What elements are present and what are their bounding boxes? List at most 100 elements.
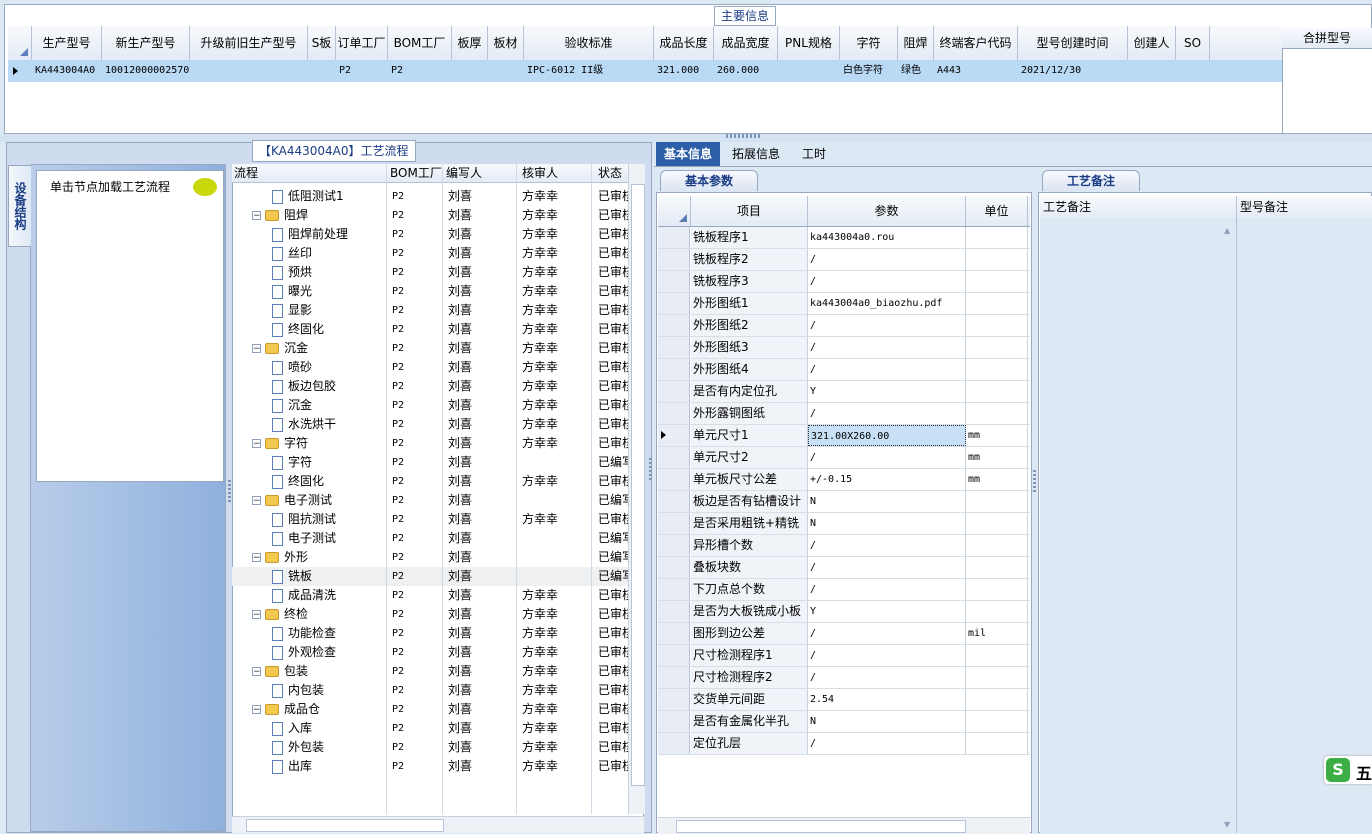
param-unit[interactable] (966, 227, 1028, 248)
top-cell[interactable]: P2 (388, 60, 452, 82)
top-col-header[interactable]: BOM工厂 (388, 26, 452, 60)
structure-box[interactable] (36, 170, 224, 482)
param-row[interactable]: 异形槽个数 / (658, 535, 1030, 557)
param-value[interactable]: / (808, 579, 966, 600)
param-row[interactable]: 是否有内定位孔 Y (658, 381, 1030, 403)
tree-leaf-row[interactable]: 喷砂 P2 刘喜 方幸幸 已审核 (232, 358, 630, 377)
tree-horizontal-scrollbar[interactable] (232, 816, 644, 833)
tree-group-row[interactable]: − 电子测试 P2 刘喜 已编写 (232, 491, 630, 510)
collapse-icon[interactable]: − (252, 439, 261, 449)
param-value[interactable]: / (808, 359, 966, 380)
param-value[interactable]: / (808, 535, 966, 556)
tree-col-header[interactable]: 编写人 (446, 164, 518, 182)
param-row[interactable]: 外形图纸3/ (658, 337, 1030, 359)
top-col-header[interactable]: 板厚 (452, 26, 488, 60)
top-col-header[interactable]: 板材 (488, 26, 524, 60)
top-col-header[interactable]: 型号创建时间 (1018, 26, 1128, 60)
top-col-header[interactable]: 验收标准 (524, 26, 654, 60)
params-horizontal-scrollbar[interactable] (658, 817, 1030, 834)
tree-leaf-row[interactable]: 出库 P2 刘喜 方幸幸 已审核 (232, 757, 630, 776)
top-col-header[interactable]: 升级前旧生产型号 (190, 26, 308, 60)
param-unit[interactable] (966, 337, 1028, 358)
top-col-header[interactable]: 终端客户代码 (934, 26, 1018, 60)
tree-leaf-row[interactable]: 终固化 P2 刘喜 方幸幸 已审核 (232, 472, 630, 491)
top-col-header[interactable]: 阻焊 (898, 26, 934, 60)
param-value[interactable]: +/-0.15 (808, 469, 966, 490)
param-unit[interactable] (966, 293, 1028, 314)
collapse-icon[interactable]: − (252, 496, 261, 506)
param-value[interactable]: / (808, 645, 966, 666)
tree-vertical-scrollbar[interactable] (628, 164, 645, 814)
param-unit[interactable] (966, 557, 1028, 578)
params-col-header[interactable]: 项目 (691, 196, 808, 226)
tree-leaf-row[interactable]: 阻抗测试 P2 刘喜 方幸幸 已审核 (232, 510, 630, 529)
param-row[interactable]: 下刀点总个数 / (658, 579, 1030, 601)
tree-leaf-row[interactable]: 低阻测试1 P2 刘喜 方幸幸 已审核 (232, 187, 630, 206)
top-cell[interactable] (190, 60, 308, 82)
param-value[interactable]: / (808, 667, 966, 688)
param-unit[interactable]: mil (966, 623, 1028, 644)
tree-group-row[interactable]: − 外形 P2 刘喜 已编写 (232, 548, 630, 567)
param-value[interactable]: / (808, 447, 966, 468)
tree-leaf-row[interactable]: 沉金 P2 刘喜 方幸幸 已审核 (232, 396, 630, 415)
tree-col-header[interactable]: 核审人 (522, 164, 594, 182)
param-value[interactable]: / (808, 623, 966, 644)
top-cell[interactable] (488, 60, 524, 82)
top-col-header[interactable]: PNL规格 (778, 26, 840, 60)
top-col-header[interactable]: 生产型号 (32, 26, 102, 60)
collapse-icon[interactable]: − (252, 553, 261, 563)
param-row[interactable]: 外形图纸1 ka443004a0_biaozhu.pdf (658, 293, 1030, 315)
tree-leaf-row[interactable]: 丝印 P2 刘喜 方幸幸 已审核 (232, 244, 630, 263)
param-row[interactable]: 是否采用粗铣+精铣 N (658, 513, 1030, 535)
param-unit[interactable] (966, 381, 1028, 402)
param-unit[interactable] (966, 689, 1028, 710)
param-row[interactable]: 铣板程序1 ka443004a0.rou (658, 227, 1030, 249)
param-value[interactable]: N (808, 491, 966, 512)
collapse-icon[interactable]: − (252, 610, 261, 620)
tree-leaf-row[interactable]: 板边包胶 P2 刘喜 方幸幸 已审核 (232, 377, 630, 396)
right-splitter-grip-icon[interactable] (1033, 470, 1036, 494)
top-cell[interactable]: 10012000002570 (102, 60, 190, 82)
note-scroll-down-icon[interactable]: ▼ (1224, 820, 1234, 830)
tree-hscroll-thumb[interactable] (246, 819, 444, 832)
param-unit[interactable] (966, 645, 1028, 666)
param-value[interactable]: 2.54 (808, 689, 966, 710)
param-row[interactable]: 单元板尺寸公差 +/-0.15 mm (658, 469, 1030, 491)
param-unit[interactable] (966, 513, 1028, 534)
collapse-icon[interactable]: − (252, 344, 261, 354)
param-row[interactable]: 是否为大板铣成小板 Y (658, 601, 1030, 623)
param-unit[interactable] (966, 403, 1028, 424)
param-row[interactable]: 尺寸检测程序1/ (658, 645, 1030, 667)
tree-leaf-row[interactable]: 铣板 P2 刘喜 已编写 (232, 567, 630, 586)
tab-basic-info[interactable]: 基本信息 (656, 142, 721, 166)
param-row[interactable]: 是否有金属化半孔 N (658, 711, 1030, 733)
param-value[interactable]: / (808, 337, 966, 358)
param-unit[interactable]: mm (966, 425, 1028, 446)
top-cell[interactable] (452, 60, 488, 82)
param-row[interactable]: 叠板块数 / (658, 557, 1030, 579)
param-row[interactable]: 定位孔层 / (658, 733, 1030, 755)
param-row[interactable]: 单元尺寸1 321.00X260.00 mm (658, 425, 1030, 447)
top-col-header[interactable]: 新生产型号 (102, 26, 190, 60)
top-cell[interactable]: 白色字符 (840, 60, 898, 82)
tree-group-row[interactable]: − 包装 P2 刘喜 方幸幸 已审核 (232, 662, 630, 681)
tree-leaf-row[interactable]: 预烘 P2 刘喜 方幸幸 已审核 (232, 263, 630, 282)
param-row[interactable]: 铣板程序2/ (658, 249, 1030, 271)
top-cell[interactable] (1128, 60, 1176, 82)
params-hscroll-thumb[interactable] (676, 820, 966, 833)
param-unit[interactable]: mm (966, 469, 1028, 490)
top-col-header[interactable]: 订单工厂 (336, 26, 388, 60)
tree-leaf-row[interactable]: 外观检查 P2 刘喜 方幸幸 已审核 (232, 643, 630, 662)
param-row[interactable]: 尺寸检测程序2/ (658, 667, 1030, 689)
top-cell[interactable] (308, 60, 336, 82)
param-value[interactable]: N (808, 711, 966, 732)
top-col-header[interactable]: SO (1176, 26, 1210, 60)
top-cell[interactable]: IPC-6012 II级 (524, 60, 654, 82)
top-cell[interactable]: KA443004A0 (32, 60, 102, 82)
tab-equipment-structure[interactable]: 设备结构 (8, 165, 31, 247)
tree-group-row[interactable]: − 终检 P2 刘喜 方幸幸 已审核 (232, 605, 630, 624)
collapse-icon[interactable]: − (252, 211, 261, 221)
top-col-header[interactable]: 创建人 (1128, 26, 1176, 60)
top-col-header[interactable]: 字符 (840, 26, 898, 60)
note-scroll-up-icon[interactable]: ▲ (1224, 226, 1234, 236)
